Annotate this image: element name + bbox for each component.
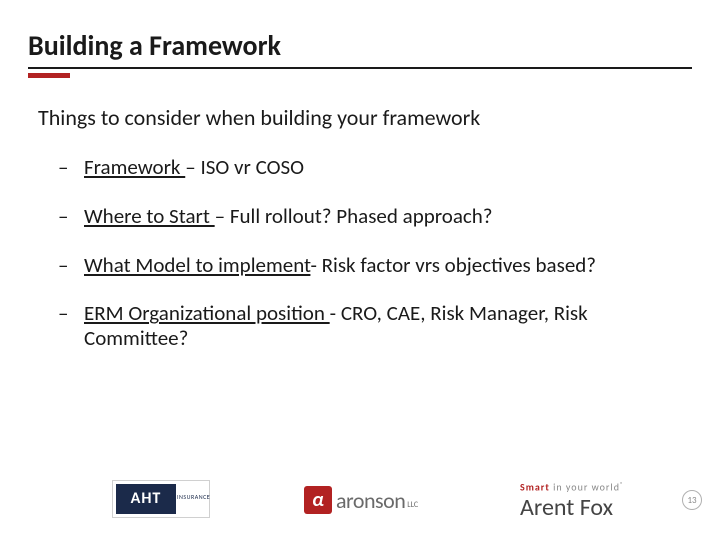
bullet-rest: – ISO vr COSO	[185, 154, 304, 180]
bullet-label: ERM Organizational position	[84, 300, 330, 326]
tagline-rest: in your world	[550, 480, 620, 493]
list-item: Framework – ISO vr COSO	[84, 155, 692, 180]
slide-footer: AHT INSURANCE α aronson LLC Smart in you…	[0, 468, 720, 528]
bullet-rest: - Risk factor vrs objectives based?	[310, 252, 596, 278]
logo-aronson: α aronson LLC	[304, 486, 418, 514]
logo-aht-text: AHT	[116, 484, 176, 514]
logo-arentfox-tagline: Smart in your world®	[520, 480, 624, 493]
slide-number: 13	[682, 490, 702, 510]
bullet-rest: – Full rollout? Phased approach?	[215, 203, 493, 229]
bullet-label: Where to Start	[84, 203, 215, 229]
logo-aronson-word: aronson	[336, 487, 405, 514]
bullet-list: Framework – ISO vr COSO Where to Start –…	[84, 155, 692, 351]
list-item: Where to Start – Full rollout? Phased ap…	[84, 204, 692, 229]
logo-arentfox-name: Arent Fox	[520, 493, 624, 522]
registered-icon: ®	[620, 480, 624, 488]
logo-aht: AHT INSURANCE	[112, 480, 210, 518]
list-item: ERM Organizational position - CRO, CAE, …	[84, 301, 692, 351]
bullet-label: What Model to implement	[84, 252, 310, 278]
slide-subhead: Things to consider when building your fr…	[38, 104, 692, 131]
logo-aronson-alpha: α	[304, 486, 332, 514]
logo-aht-tag: INSURANCE	[177, 493, 210, 501]
slide-title: Building a Framework	[28, 28, 692, 69]
accent-bar	[28, 73, 70, 78]
slide-body: Building a Framework Things to consider …	[0, 0, 720, 351]
tagline-smart: Smart	[520, 480, 550, 493]
bullet-label: Framework	[84, 154, 185, 180]
logo-arentfox: Smart in your world® Arent Fox	[520, 480, 624, 522]
list-item: What Model to implement- Risk factor vrs…	[84, 253, 692, 278]
logo-aronson-llc: LLC	[407, 500, 418, 510]
